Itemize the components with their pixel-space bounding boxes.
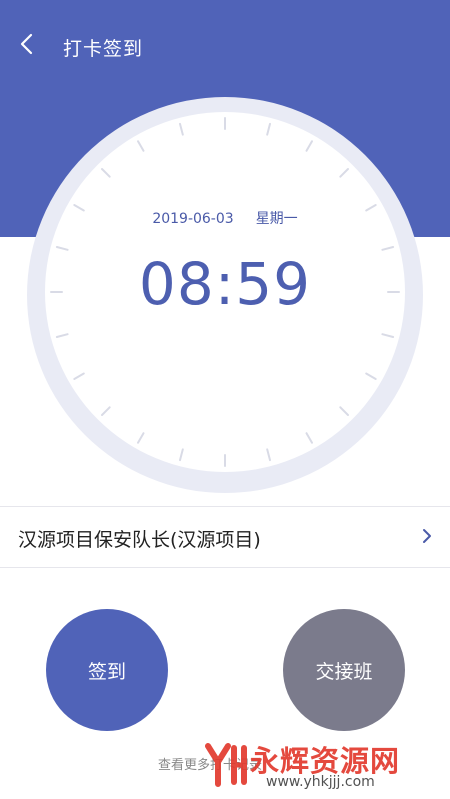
signin-button[interactable]: 签到 xyxy=(46,609,168,731)
clock-tick xyxy=(101,406,111,416)
clock-tick xyxy=(73,372,85,380)
clock-tick xyxy=(179,448,184,462)
chevron-left-icon xyxy=(20,33,33,55)
back-button[interactable] xyxy=(12,30,40,58)
clock-tick xyxy=(266,122,271,136)
clock-weekday: 星期一 xyxy=(255,211,298,227)
clock-tick xyxy=(305,140,313,152)
clock-tick xyxy=(266,448,271,462)
chevron-right-icon xyxy=(423,529,431,543)
project-label: 汉源项目保安队长(汉源项目) xyxy=(18,529,261,551)
watermark-url: www.yhkjjj.com xyxy=(266,774,375,790)
watermark-logo-icon xyxy=(205,743,247,787)
clock-tick xyxy=(101,168,111,178)
clock-tick xyxy=(365,372,377,380)
clock-tick xyxy=(381,333,395,338)
clock-tick xyxy=(179,122,184,136)
clock-time: 08:59 xyxy=(138,250,312,318)
header-bar: 打卡签到 xyxy=(0,0,450,77)
clock-tick xyxy=(55,333,69,338)
clock-tick xyxy=(137,140,145,152)
clock-date-row: 2019-06-03 星期一 xyxy=(0,208,450,228)
page-title: 打卡签到 xyxy=(63,38,144,60)
clock-tick xyxy=(305,432,313,444)
clock-tick xyxy=(339,168,349,178)
watermark: 永辉资源网 www.yhkjjj.com xyxy=(204,736,448,792)
clock-tick xyxy=(137,432,145,444)
clock-tick xyxy=(339,406,349,416)
handover-button[interactable]: 交接班 xyxy=(283,609,405,731)
project-selector[interactable]: 汉源项目保安队长(汉源项目) xyxy=(0,506,450,568)
clock-date: 2019-06-03 xyxy=(152,211,234,227)
